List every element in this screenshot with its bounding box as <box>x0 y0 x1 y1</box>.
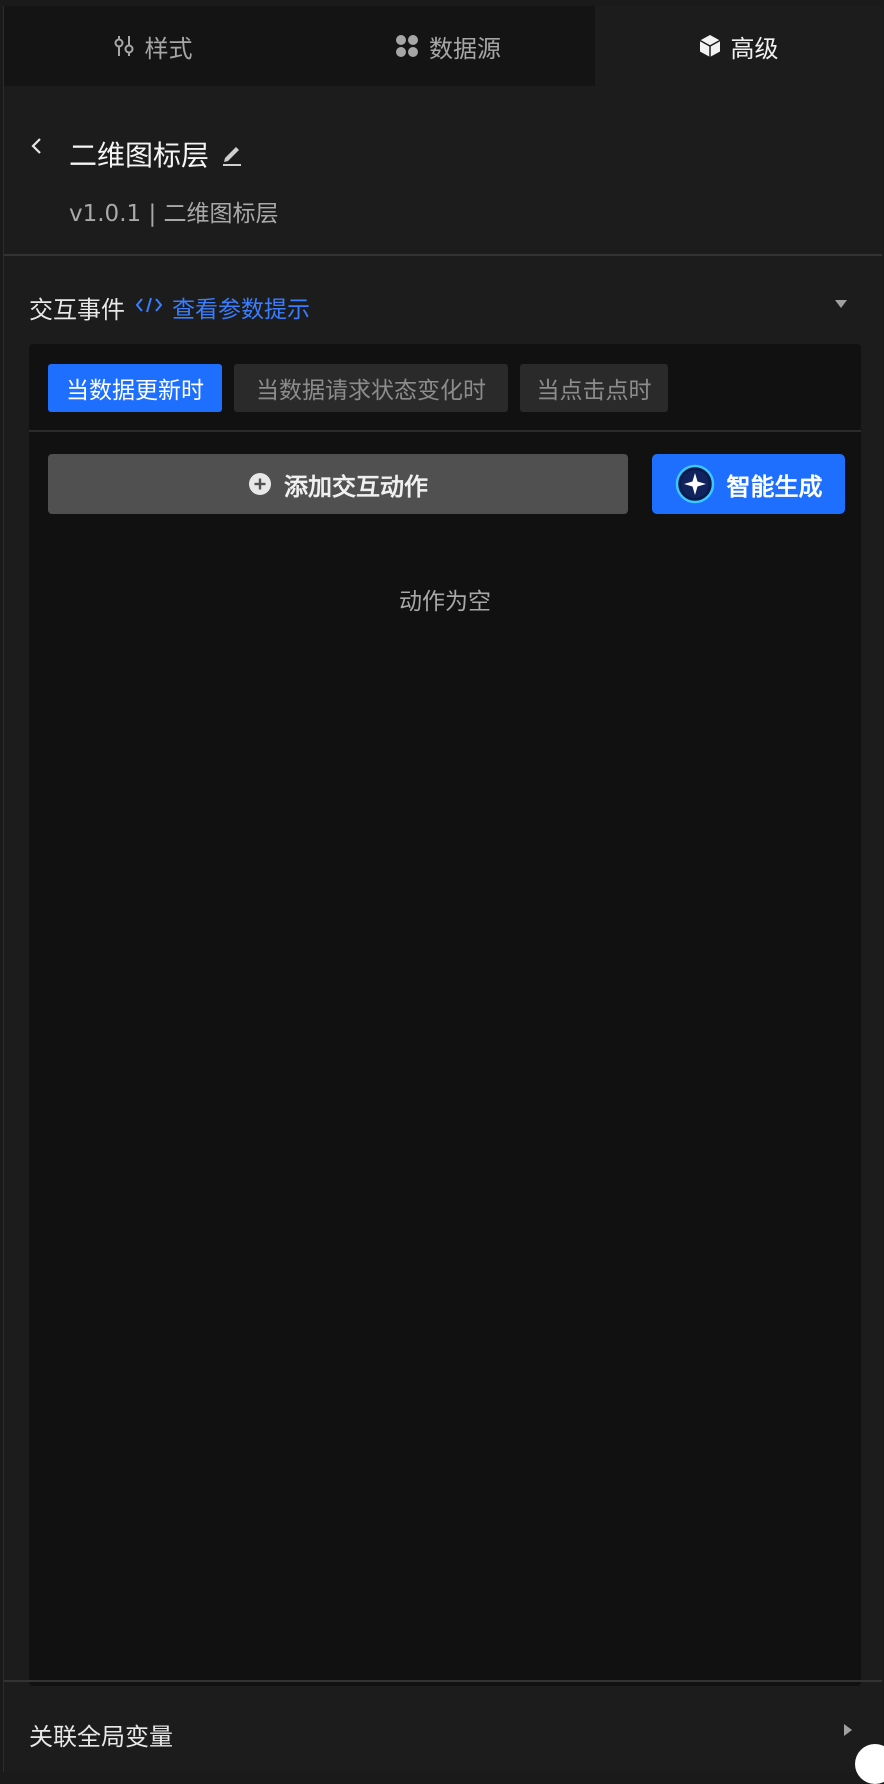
cube-icon <box>699 34 721 58</box>
tab-advanced-label: 高级 <box>730 34 779 63</box>
view-params-link[interactable]: 查看参数提示 <box>135 290 310 324</box>
chevron-left-icon <box>29 136 43 160</box>
properties-panel: 样式 数据源 高级 二维图标层 v1.0.1 | 二维图标层 交互事件 查看参数… <box>3 6 882 1772</box>
component-title-text: 二维图标层 <box>69 139 210 172</box>
view-params-label: 查看参数提示 <box>172 297 310 323</box>
divider <box>4 254 882 256</box>
divider <box>29 430 861 432</box>
caret-down-icon[interactable] <box>833 296 849 312</box>
floating-widget-edge[interactable] <box>855 1744 884 1784</box>
ai-generate-label: 智能生成 <box>726 472 823 501</box>
add-action-button[interactable]: 添加交互动作 <box>48 454 628 514</box>
code-icon <box>135 295 163 319</box>
event-tab-request-state[interactable]: 当数据请求状态变化时 <box>234 364 508 412</box>
tab-style-label: 样式 <box>144 34 193 63</box>
empty-state-text: 动作为空 <box>399 589 491 615</box>
tab-data-label: 数据源 <box>429 34 501 63</box>
section-title-interaction: 交互事件 <box>29 296 125 324</box>
divider <box>4 1680 882 1682</box>
sparkle-icon <box>675 464 715 504</box>
plus-circle-icon <box>248 472 272 496</box>
sliders-icon <box>113 34 135 58</box>
component-version: v1.0.1 | 二维图标层 <box>69 201 279 227</box>
event-tab-data-updated[interactable]: 当数据更新时 <box>48 364 222 412</box>
add-action-label: 添加交互动作 <box>284 472 428 501</box>
event-tab-point-click[interactable]: 当点击点时 <box>520 364 668 412</box>
pencil-icon[interactable] <box>221 142 243 166</box>
tab-data-source[interactable]: 数据源 <box>301 6 595 86</box>
ai-generate-button[interactable]: 智能生成 <box>652 454 845 514</box>
tab-advanced[interactable]: 高级 <box>595 6 882 86</box>
global-variable-section[interactable]: 关联全局变量 <box>29 1717 173 1752</box>
component-title: 二维图标层 <box>69 134 243 174</box>
back-button[interactable] <box>20 132 52 164</box>
panel-tabs: 样式 数据源 高级 <box>4 6 882 86</box>
caret-right-icon[interactable] <box>840 1722 856 1738</box>
event-container: 当数据更新时 当数据请求状态变化时 当点击点时 添加交互动作 智能生成 动作为空 <box>29 344 861 1686</box>
tab-style[interactable]: 样式 <box>4 6 301 86</box>
grid-dots-icon <box>395 34 419 58</box>
